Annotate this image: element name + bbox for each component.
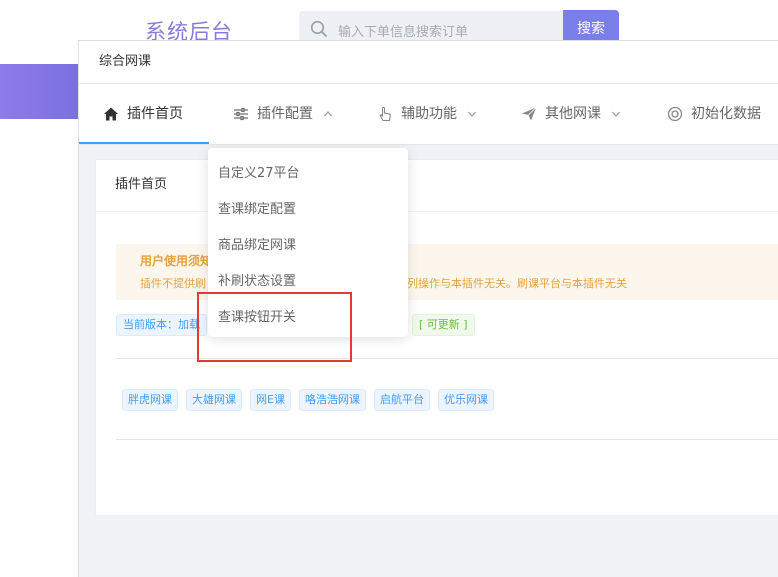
active-tab-indicator <box>79 142 209 144</box>
search-icon <box>310 20 327 37</box>
notice-text-left: 插件不提供刷 <box>140 277 206 290</box>
menu-item-label: 初始化数据 <box>691 106 761 122</box>
dropdown-item-refresh-status[interactable]: 补刷状态设置 <box>218 270 296 290</box>
home-icon <box>104 107 118 121</box>
dropdown-item-custom-27[interactable]: 自定义27平台 <box>218 162 300 182</box>
chevron-down-icon <box>468 111 477 117</box>
platform-list: 胖虎网课 大雄网课 网E课 咯浩浩网课 启航平台 优乐网课 <box>122 388 502 411</box>
update-tag[interactable]: [ 可更新 ] <box>412 314 475 336</box>
platform-chip[interactable]: 胖虎网课 <box>122 389 178 411</box>
notice-text-right: 系列操作与本插件无关。刷课平台与本插件无关 <box>396 277 627 290</box>
pointer-hand-icon <box>379 106 391 122</box>
menu-item-label: 其他网课 <box>545 106 601 122</box>
menu-item-label: 插件配置 <box>257 106 313 122</box>
platform-chip[interactable]: 优乐网课 <box>437 389 494 411</box>
dropdown-item-product-binding[interactable]: 商品绑定网课 <box>218 234 296 254</box>
menu-item-assist[interactable]: 辅助功能 <box>377 84 477 144</box>
lifebuoy-icon <box>667 106 683 122</box>
menu-item-other-courses[interactable]: 其他网课 <box>521 84 621 144</box>
chevron-down-icon <box>612 111 621 117</box>
menu-item-label: 插件首页 <box>127 106 183 122</box>
divider <box>116 439 778 440</box>
plugin-menubar: 插件首页 插件配置 辅助功能 其他网课 初始化数据 <box>79 84 778 145</box>
chevron-up-icon <box>324 111 333 117</box>
menu-item-init-data[interactable]: 初始化数据 <box>667 84 761 144</box>
paper-plane-icon <box>522 107 537 121</box>
menu-item-plugin-config[interactable]: 插件配置 <box>233 84 333 144</box>
menu-item-home[interactable]: 插件首页 <box>103 84 183 144</box>
plugin-dialog: 综合网课 插件首页 插件配置 辅助功能 其他网课 初始化数据 插件首页 用户使用… <box>78 40 778 577</box>
platform-chip[interactable]: 启航平台 <box>373 389 430 411</box>
platform-chip[interactable]: 咯浩浩网课 <box>298 389 366 411</box>
sliders-icon <box>234 107 248 121</box>
version-tag: 当前版本：加载 <box>116 314 207 336</box>
menu-item-label: 辅助功能 <box>401 106 457 122</box>
highlight-annotation <box>197 292 352 362</box>
dialog-title: 综合网课 <box>79 41 778 84</box>
platform-chip[interactable]: 网E课 <box>250 389 291 411</box>
platform-chip[interactable]: 大雄网课 <box>186 389 242 411</box>
dropdown-item-query-binding[interactable]: 查课绑定配置 <box>218 198 296 218</box>
sidebar-header-strip <box>0 64 80 119</box>
search-input[interactable]: 输入下单信息搜索订单 <box>338 21 468 40</box>
card-title: 插件首页 <box>96 160 778 212</box>
